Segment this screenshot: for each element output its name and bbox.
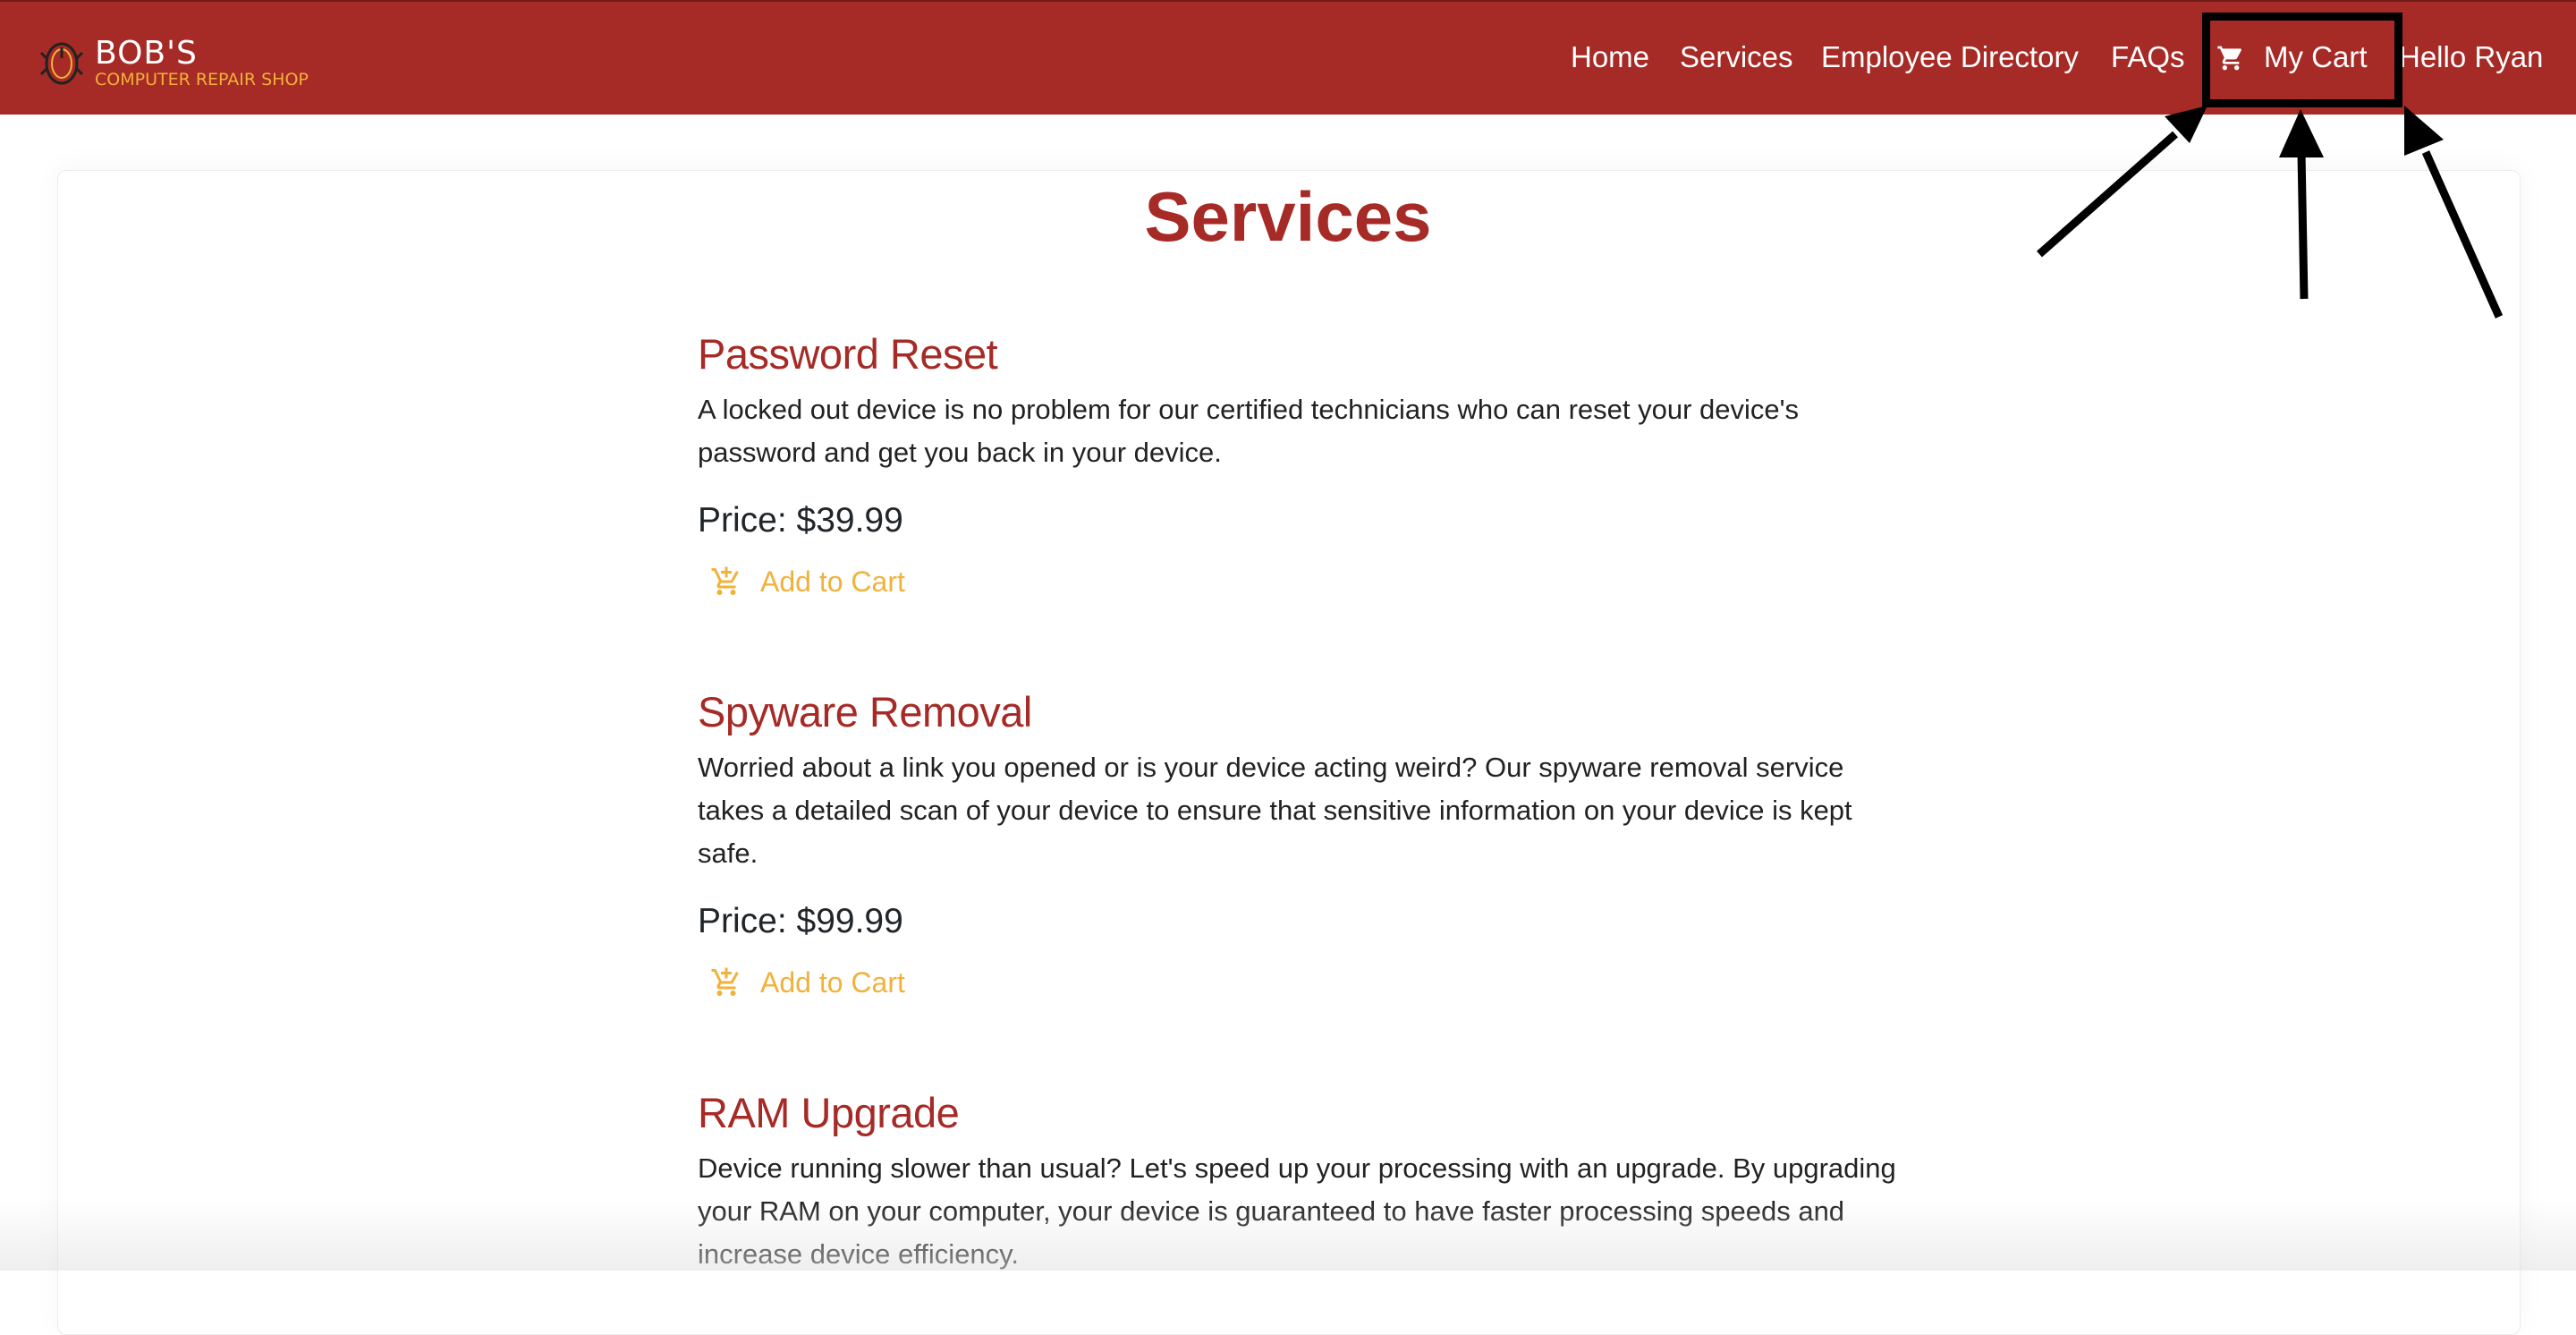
brand-logo-link[interactable]: BOB'S COMPUTER REPAIR SHOP [36, 36, 309, 89]
service-price: Price: $99.99 [698, 902, 903, 940]
nav-home-link[interactable]: Home [1571, 39, 1649, 75]
mouse-logo-icon [39, 42, 84, 85]
annotation-highlight-box [2202, 13, 2402, 107]
add-to-cart-label: Add to Cart [760, 966, 905, 999]
nav-employee-directory-link[interactable]: Employee Directory [1821, 39, 2079, 75]
service-title: Password Reset [698, 330, 998, 378]
brand-subtitle: COMPUTER REPAIR SHOP [95, 69, 309, 89]
service-item: Password Reset A locked out device is no… [698, 329, 1896, 599]
service-title: Spyware Removal [698, 688, 1032, 736]
nav-services-link[interactable]: Services [1680, 39, 1793, 75]
service-description: A locked out device is no problem for ou… [698, 394, 1800, 468]
add-to-cart-button[interactable]: Add to Cart [710, 564, 1896, 599]
add-to-cart-icon [711, 967, 739, 996]
service-description: Worried about a link you opened or is yo… [698, 752, 1852, 869]
service-item: Spyware Removal Worried about a link you… [698, 687, 1896, 1000]
service-description: Device running slower than usual? Let's … [698, 1152, 1896, 1270]
annotation-arrowhead-middle [2279, 109, 2324, 157]
service-item: RAM Upgrade Device running slower than u… [698, 1088, 1896, 1276]
add-to-cart-label: Add to Cart [760, 565, 905, 598]
page-title: Services [1144, 177, 1432, 256]
nav-faqs-link[interactable]: FAQs [2111, 39, 2185, 75]
user-greeting[interactable]: Hello Ryan [2399, 39, 2543, 75]
top-navbar: BOB'S COMPUTER REPAIR SHOP Home Services… [0, 0, 2576, 115]
service-price: Price: $39.99 [698, 501, 903, 540]
service-title: RAM Upgrade [698, 1089, 960, 1136]
add-to-cart-button[interactable]: Add to Cart [710, 965, 1896, 1000]
brand-name: BOB'S [95, 34, 198, 72]
add-to-cart-icon [711, 566, 739, 595]
